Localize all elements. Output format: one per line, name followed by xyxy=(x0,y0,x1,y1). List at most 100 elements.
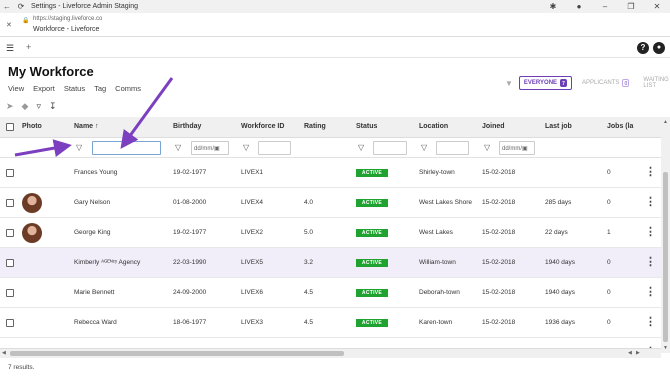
col-status[interactable]: Status xyxy=(356,123,377,130)
menu-comms[interactable]: Comms xyxy=(115,84,141,93)
send-icon[interactable]: ➤ xyxy=(6,101,14,112)
cell-name[interactable]: Gary Nelson xyxy=(74,199,110,206)
table-row[interactable]: Rebecca Ward 18-06-1977 LIVEX3 4.5 Karen-tow… xyxy=(0,308,661,338)
row-menu-icon[interactable]: ⋮ xyxy=(645,165,656,178)
col-location[interactable]: Location xyxy=(419,123,448,130)
scroll-left-icon[interactable]: ◀ xyxy=(2,350,6,356)
col-birthday[interactable]: Birthday xyxy=(173,123,201,130)
cell-birthday: 24-09-2000 xyxy=(173,289,207,296)
table-row[interactable]: Gary Nelson 01-08-2000 LIVEX4 4.0 West Lakes… xyxy=(0,188,661,218)
row-checkbox[interactable] xyxy=(6,199,14,207)
segment-waiting-list[interactable]: WAITING LIST 0 xyxy=(639,75,670,91)
col-workforce-id[interactable]: Workforce ID xyxy=(241,123,284,130)
reload-icon[interactable]: ⟳ xyxy=(14,2,28,11)
table-row[interactable]: Marie Bennett 24-09-2000 LIVEX6 4.5 Deborah-… xyxy=(0,278,661,308)
app-header: ☰ + ? ● xyxy=(0,38,670,58)
menu-view[interactable]: View xyxy=(8,84,24,93)
status-filter-icon[interactable]: ▽ xyxy=(358,143,364,152)
address-url[interactable]: https://staging.liveforce.co xyxy=(33,16,102,22)
filter-toggle-icon[interactable]: ▿ xyxy=(36,101,41,112)
cell-name[interactable]: Rebecca Ward xyxy=(74,319,117,326)
lock-icon: 🔒 xyxy=(22,18,30,24)
vertical-scroll-thumb[interactable] xyxy=(663,172,668,342)
filter-icon: ▼ xyxy=(505,78,513,88)
profile-icon[interactable]: ● xyxy=(566,2,592,11)
col-name[interactable]: Name xyxy=(74,123,93,130)
row-menu-icon[interactable]: ⋮ xyxy=(645,315,656,328)
cell-name[interactable]: Kimberly ᴬᴳᴱᴺᶜʸ Agency xyxy=(74,259,140,266)
cell-jobs: 0 xyxy=(607,289,611,296)
cell-joined: 15-02-2018 xyxy=(482,319,516,326)
table-header: Photo Name ↑ Birthday Workforce ID Ratin… xyxy=(0,117,661,138)
add-icon[interactable]: + xyxy=(26,42,31,52)
row-menu-icon[interactable]: ⋮ xyxy=(645,255,656,268)
id-filter-input[interactable] xyxy=(258,141,291,155)
scroll-right-icon[interactable]: ▶ xyxy=(636,350,640,356)
menu-tag[interactable]: Tag xyxy=(94,84,106,93)
hamburger-icon[interactable]: ☰ xyxy=(6,43,14,54)
row-menu-icon[interactable]: ⋮ xyxy=(645,225,656,238)
segment-count: 7 xyxy=(560,79,568,87)
vertical-scrollbar[interactable]: ▲ ▼ xyxy=(661,117,670,353)
status-filter-input[interactable] xyxy=(373,141,407,155)
scroll-left-end-icon[interactable]: ◀ xyxy=(628,350,632,356)
id-filter-icon[interactable]: ▽ xyxy=(243,143,249,152)
row-checkbox[interactable] xyxy=(6,289,14,297)
restore-icon[interactable]: ❐ xyxy=(618,2,644,11)
col-jobs[interactable]: Jobs (la xyxy=(607,123,633,130)
row-checkbox[interactable] xyxy=(6,169,14,177)
minimize-icon[interactable]: – xyxy=(592,2,618,11)
name-filter-input[interactable] xyxy=(92,141,161,155)
col-last-job[interactable]: Last job xyxy=(545,123,572,130)
help-button[interactable]: ? xyxy=(637,42,649,54)
scroll-down-icon[interactable]: ▼ xyxy=(663,345,668,351)
location-filter-input[interactable] xyxy=(436,141,469,155)
back-icon[interactable]: ← xyxy=(0,2,14,11)
table-row[interactable]: Frances Young 19-02-1977 LIVEX1 Shirley-tow… xyxy=(0,158,661,188)
location-filter-icon[interactable]: ▽ xyxy=(421,143,427,152)
cell-name[interactable]: George King xyxy=(74,229,111,236)
horizontal-scroll-thumb[interactable] xyxy=(10,351,344,356)
col-joined[interactable]: Joined xyxy=(482,123,505,130)
avatar xyxy=(22,223,42,243)
cell-last-job: 1940 days xyxy=(545,259,575,266)
row-menu-icon[interactable]: ⋮ xyxy=(645,195,656,208)
cell-name[interactable]: Frances Young xyxy=(74,169,117,176)
birthday-filter-input[interactable]: dd/mm/▣ xyxy=(191,141,229,155)
joined-filter-input[interactable]: dd/mm/▣ xyxy=(499,141,535,155)
birthday-filter-icon[interactable]: ▽ xyxy=(175,143,181,152)
horizontal-scrollbar[interactable]: ◀ ◀ ▶ xyxy=(0,348,661,358)
action-menu: View Export Status Tag Comms xyxy=(8,84,141,93)
row-menu-icon[interactable]: ⋮ xyxy=(645,285,656,298)
row-checkbox[interactable] xyxy=(6,319,14,327)
menu-export[interactable]: Export xyxy=(33,84,55,93)
cell-joined: 15-02-2018 xyxy=(482,199,516,206)
segment-everyone[interactable]: EVERYONE 7 xyxy=(518,76,573,90)
window-titlebar: ← ⟳ Settings - Liveforce Admin Staging ✱… xyxy=(0,0,670,13)
col-rating[interactable]: Rating xyxy=(304,123,326,130)
row-checkbox[interactable] xyxy=(6,229,14,237)
name-filter-icon[interactable]: ▽ xyxy=(76,143,82,152)
menu-status[interactable]: Status xyxy=(64,84,85,93)
cell-birthday: 19-02-1977 xyxy=(173,229,207,236)
col-photo: Photo xyxy=(22,123,42,130)
cell-location: West Lakes Shore xyxy=(419,199,472,206)
close-window-icon[interactable]: ✕ xyxy=(644,2,670,11)
close-icon[interactable]: ✕ xyxy=(6,21,12,29)
download-icon[interactable]: ↧ xyxy=(49,101,57,112)
cell-name[interactable]: Marie Bennett xyxy=(74,289,114,296)
table-row[interactable]: Kimberly ᴬᴳᴱᴺᶜʸ Agency 22-03-1990 LIVEX5 3.… xyxy=(0,248,661,278)
tag-icon[interactable]: ◆ xyxy=(22,101,29,112)
cell-id: LIVEX1 xyxy=(241,169,264,176)
notifications-icon[interactable]: ● xyxy=(653,42,665,54)
row-checkbox[interactable] xyxy=(6,259,14,267)
extensions-icon[interactable]: ✱ xyxy=(540,2,566,11)
scroll-up-icon[interactable]: ▲ xyxy=(663,119,668,125)
segment-applicants[interactable]: APPLICANTS 0 xyxy=(578,77,633,89)
joined-filter-icon[interactable]: ▽ xyxy=(484,143,490,152)
cell-last-job: 1936 days xyxy=(545,319,575,326)
table-row[interactable]: George King 19-02-1977 LIVEX2 5.0 West Lakes… xyxy=(0,218,661,248)
status-badge: ACTIVE xyxy=(356,199,388,207)
sort-asc-icon[interactable]: ↑ xyxy=(95,123,99,130)
select-all-checkbox[interactable] xyxy=(6,123,14,131)
